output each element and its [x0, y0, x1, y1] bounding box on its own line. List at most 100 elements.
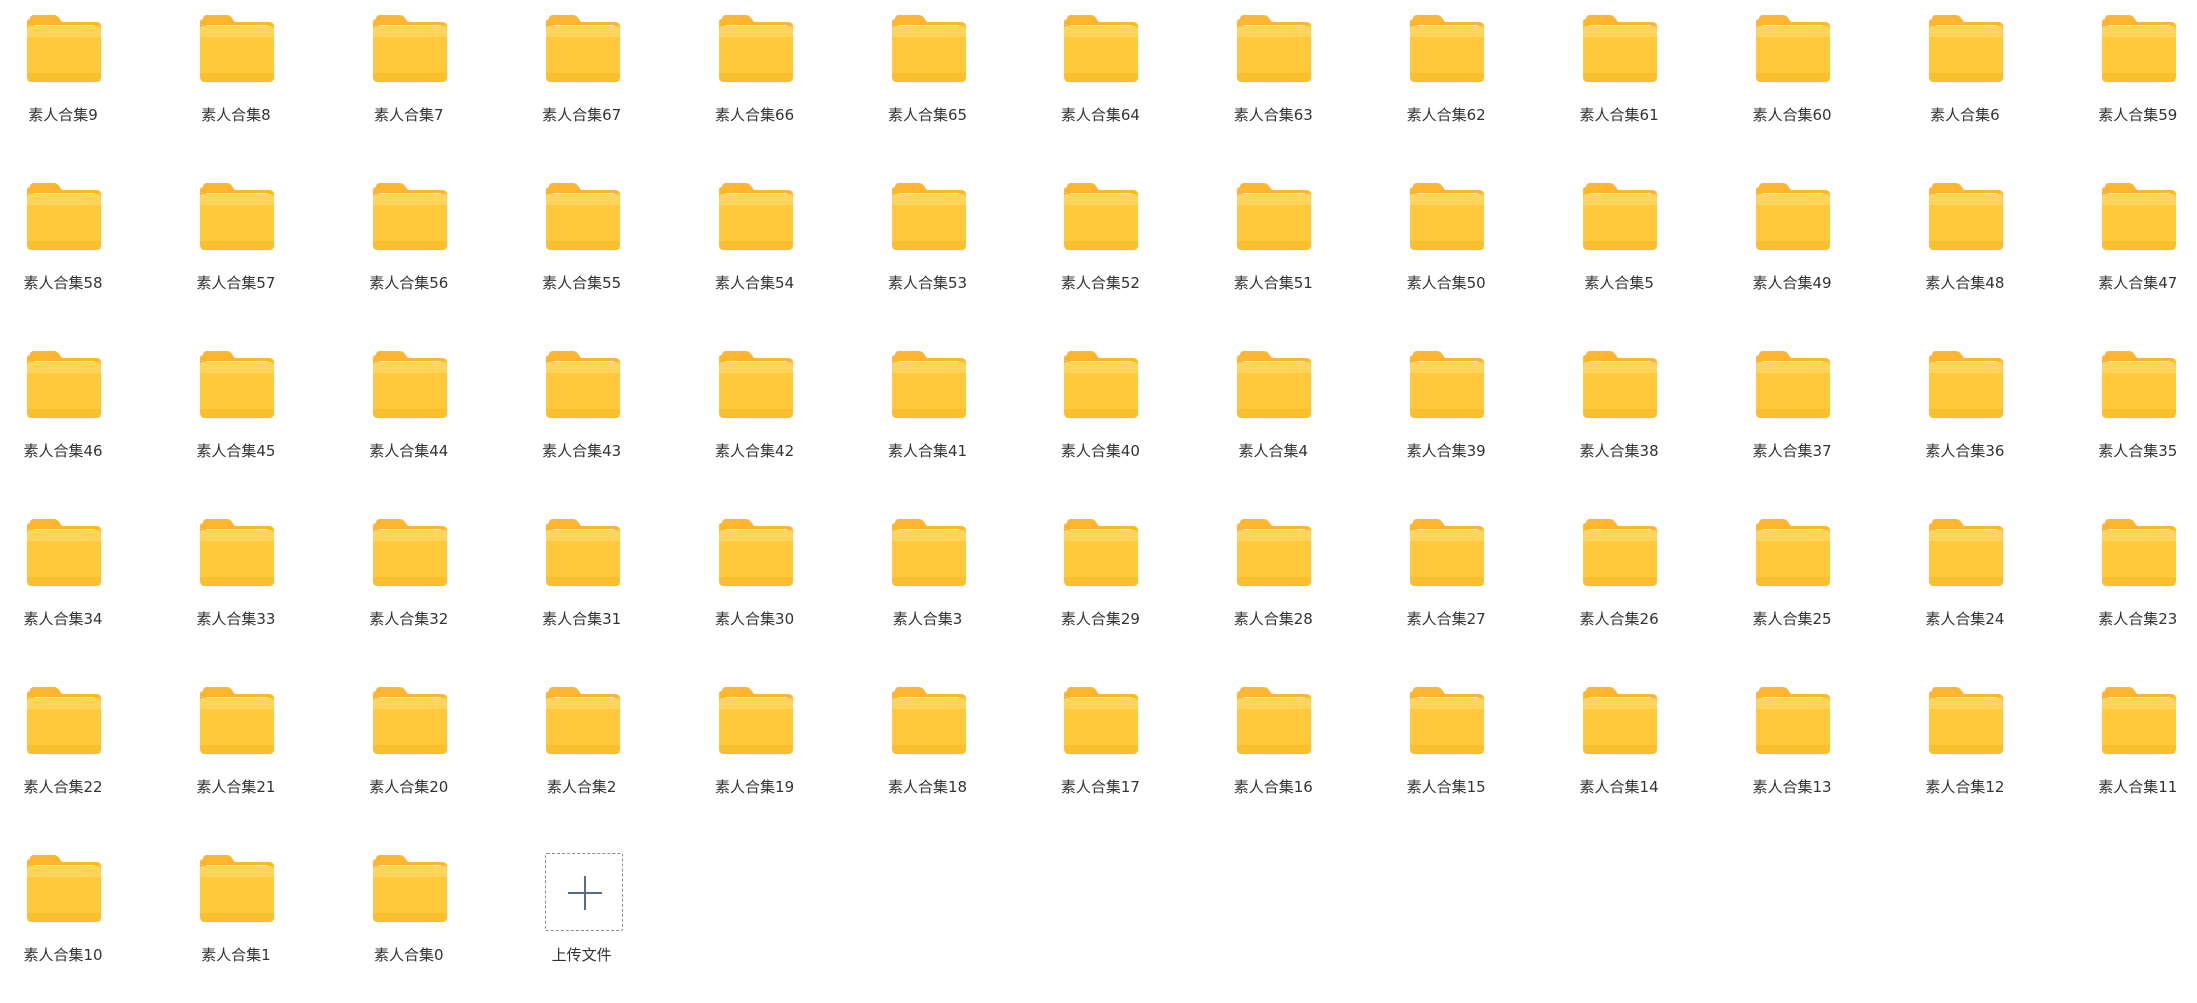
folder-label: 素人合集1: [201, 946, 271, 964]
folder-item[interactable]: 素人合集30: [680, 504, 830, 644]
folder-item[interactable]: 素人合集50: [1371, 168, 1521, 308]
folder-label: 素人合集0: [374, 946, 444, 964]
folder-item[interactable]: 素人合集53: [853, 168, 1003, 308]
folder-item[interactable]: 素人合集45: [161, 336, 311, 476]
folder-item[interactable]: 素人合集60: [1717, 0, 1867, 140]
folder-label: 素人合集62: [1406, 106, 1486, 124]
folder-item[interactable]: 素人合集48: [1890, 168, 2040, 308]
folder-item[interactable]: 素人合集43: [507, 336, 657, 476]
folder-item[interactable]: 素人合集37: [1717, 336, 1867, 476]
folder-item[interactable]: 素人合集2: [507, 672, 657, 812]
folder-item[interactable]: 素人合集57: [161, 168, 311, 308]
folder-label: 素人合集14: [1579, 778, 1659, 796]
folder-item[interactable]: 素人合集7: [334, 0, 484, 140]
folder-item[interactable]: 素人合集65: [853, 0, 1003, 140]
folder-item[interactable]: 素人合集63: [1198, 0, 1348, 140]
folder-icon: [26, 687, 102, 755]
folder-item[interactable]: 素人合集42: [680, 336, 830, 476]
folder-item[interactable]: 素人合集51: [1198, 168, 1348, 308]
folder-item[interactable]: 素人合集10: [0, 840, 138, 980]
folder-item[interactable]: 素人合集19: [680, 672, 830, 812]
folder-item[interactable]: 素人合集6: [1890, 0, 2040, 140]
upload-label: 上传文件: [551, 946, 612, 964]
folder-icon: [1928, 687, 2004, 755]
upload-file-button[interactable]: 上传文件: [507, 840, 657, 980]
folder-item[interactable]: 素人合集29: [1025, 504, 1175, 644]
folder-item[interactable]: 素人合集40: [1025, 336, 1175, 476]
folder-item[interactable]: 素人合集27: [1371, 504, 1521, 644]
folder-item[interactable]: 素人合集16: [1198, 672, 1348, 812]
folder-item[interactable]: 素人合集11: [2063, 672, 2197, 812]
folder-icon: [1755, 15, 1831, 83]
folder-icon: [718, 15, 794, 83]
folder-label: 素人合集17: [1060, 778, 1140, 796]
folder-label: 素人合集65: [887, 106, 968, 124]
folder-item[interactable]: 素人合集21: [161, 672, 311, 812]
folder-item[interactable]: 素人合集18: [853, 672, 1003, 812]
folder-icon: [1928, 519, 2004, 587]
folder-item[interactable]: 素人合集41: [853, 336, 1003, 476]
folder-item[interactable]: 素人合集24: [1890, 504, 2040, 644]
folder-item[interactable]: 素人合集5: [1544, 168, 1694, 308]
folder-item[interactable]: 素人合集61: [1544, 0, 1694, 140]
folder-label: 素人合集4: [1238, 442, 1309, 460]
folder-item[interactable]: 素人合集12: [1890, 672, 2040, 812]
folder-icon: [26, 183, 102, 251]
folder-item[interactable]: 素人合集59: [2063, 0, 2197, 140]
folder-icon: [891, 351, 967, 419]
folder-item[interactable]: 素人合集23: [2063, 504, 2197, 644]
folder-label: 素人合集26: [1579, 610, 1659, 628]
folder-item[interactable]: 素人合集13: [1717, 672, 1867, 812]
folder-item[interactable]: 素人合集38: [1544, 336, 1694, 476]
folder-label: 素人合集31: [542, 610, 622, 628]
folder-item[interactable]: 素人合集32: [334, 504, 484, 644]
folder-icon: [1236, 351, 1312, 419]
folder-item[interactable]: 素人合集20: [334, 672, 484, 812]
folder-item[interactable]: 素人合集56: [334, 168, 484, 308]
folder-label: 素人合集54: [715, 274, 795, 292]
folder-icon: [1755, 183, 1831, 251]
folder-item[interactable]: 素人合集62: [1371, 0, 1521, 140]
folder-item[interactable]: 素人合集36: [1890, 336, 2040, 476]
folder-item[interactable]: 素人合集35: [2063, 336, 2197, 476]
folder-item[interactable]: 素人合集9: [0, 0, 138, 140]
folder-item[interactable]: 素人合集54: [680, 168, 830, 308]
folder-item[interactable]: 素人合集28: [1198, 504, 1348, 644]
folder-label: 素人合集43: [542, 442, 622, 460]
folder-item[interactable]: 素人合集39: [1371, 336, 1521, 476]
folder-item[interactable]: 素人合集14: [1544, 672, 1694, 812]
folder-label: 素人合集25: [1752, 610, 1832, 628]
folder-item[interactable]: 素人合集55: [507, 168, 657, 308]
folder-label: 素人合集27: [1406, 610, 1486, 628]
folder-item[interactable]: 素人合集46: [0, 336, 138, 476]
folder-item[interactable]: 素人合集3: [853, 504, 1003, 644]
folder-icon: [1755, 351, 1831, 419]
folder-item[interactable]: 素人合集17: [1025, 672, 1175, 812]
folder-icon: [199, 687, 275, 755]
folder-item[interactable]: 素人合集4: [1198, 336, 1348, 476]
folder-item[interactable]: 素人合集15: [1371, 672, 1521, 812]
folder-icon: [1582, 15, 1658, 83]
folder-item[interactable]: 素人合集26: [1544, 504, 1694, 644]
folder-item[interactable]: 素人合集66: [680, 0, 830, 140]
folder-item[interactable]: 素人合集1: [161, 840, 311, 980]
folder-item[interactable]: 素人合集58: [0, 168, 138, 308]
folder-item[interactable]: 素人合集34: [0, 504, 138, 644]
folder-item[interactable]: 素人合集67: [507, 0, 657, 140]
folder-label: 素人合集49: [1752, 274, 1832, 292]
folder-item[interactable]: 素人合集22: [0, 672, 138, 812]
folder-item[interactable]: 素人合集31: [507, 504, 657, 644]
folder-item[interactable]: 素人合集52: [1025, 168, 1175, 308]
folder-item[interactable]: 素人合集44: [334, 336, 484, 476]
folder-item[interactable]: 素人合集8: [161, 0, 311, 140]
folder-item[interactable]: 素人合集49: [1717, 168, 1867, 308]
folder-item[interactable]: 素人合集47: [2063, 168, 2197, 308]
folder-icon: [372, 351, 448, 419]
folder-item[interactable]: 素人合集64: [1025, 0, 1175, 140]
folder-label: 素人合集20: [369, 778, 449, 796]
folder-icon: [1236, 183, 1312, 251]
folder-item[interactable]: 素人合集0: [334, 840, 484, 980]
folder-label: 素人合集35: [2098, 442, 2178, 460]
folder-item[interactable]: 素人合集33: [161, 504, 311, 644]
folder-item[interactable]: 素人合集25: [1717, 504, 1867, 644]
